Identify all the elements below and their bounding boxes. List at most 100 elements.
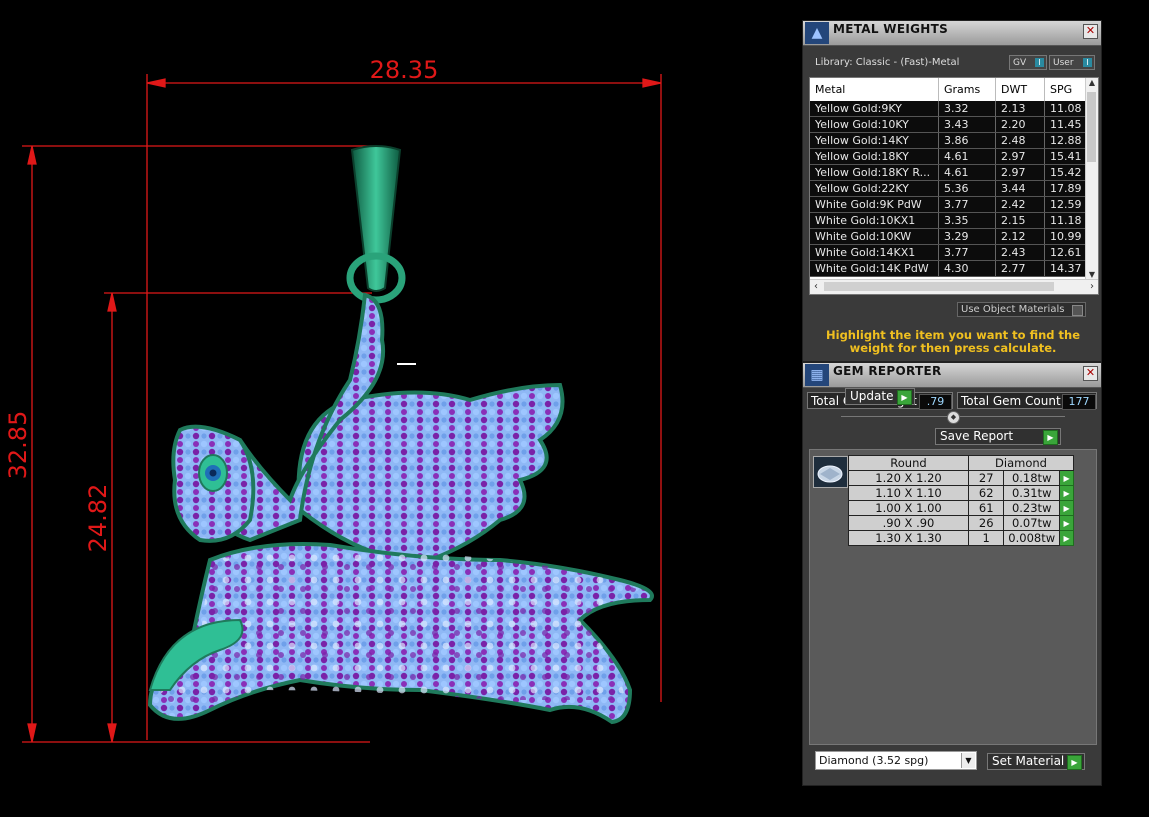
gem-row: 1.20 X 1.20 27 0.18tw ▶: [848, 470, 1074, 486]
table-cell: 12.61: [1045, 245, 1088, 260]
table-row[interactable]: Yellow Gold:18KY 4.61 2.97 15.41: [810, 149, 1088, 165]
column-header-spg[interactable]: SPG: [1045, 78, 1088, 101]
close-icon[interactable]: ✕: [1083, 24, 1098, 39]
gem-type-header: Diamond: [968, 455, 1074, 471]
gem-reporter-panel: ▦ GEM REPORTER ✕ Total Gem Weight .79 To…: [802, 362, 1102, 786]
table-cell: 2.12: [996, 229, 1045, 244]
pendant-bail: [346, 145, 406, 304]
scroll-left-icon[interactable]: ‹: [810, 280, 822, 294]
table-cell: 2.48: [996, 133, 1045, 148]
rhino-logo-icon: ▲: [805, 22, 829, 44]
3d-viewport[interactable]: 28.35 32.85 24.82: [0, 0, 790, 813]
total-gem-count-field: Total Gem Count 177: [957, 392, 1097, 410]
table-cell: 15.41: [1045, 149, 1088, 164]
gem-table: Round Diamond 1.20 X 1.20 27 0.18tw ▶ 1.10 X…: [848, 455, 1074, 546]
gem-row: .90 X .90 26 0.07tw ▶: [848, 515, 1074, 531]
set-material-button[interactable]: Set Material ▶: [987, 753, 1085, 770]
scroll-right-icon[interactable]: ›: [1086, 280, 1098, 294]
table-row[interactable]: White Gold:10KW 3.29 2.12 10.99: [810, 229, 1088, 245]
table-cell: 14.37: [1045, 261, 1088, 276]
horizontal-scrollbar[interactable]: ‹ ›: [810, 279, 1098, 294]
select-gems-play-icon[interactable]: ▶: [1059, 530, 1074, 546]
select-gems-play-icon[interactable]: ▶: [1059, 470, 1074, 486]
scroll-thumb-horizontal[interactable]: [824, 282, 1054, 291]
table-cell: 2.97: [996, 149, 1045, 164]
select-gems-play-icon[interactable]: ▶: [1059, 485, 1074, 501]
table-row[interactable]: Yellow Gold:14KY 3.86 2.48 12.88: [810, 133, 1088, 149]
splitter-slider[interactable]: ◆: [841, 411, 1065, 424]
table-cell: 3.43: [939, 117, 996, 132]
user-toggle[interactable]: User I: [1049, 55, 1095, 70]
total-gem-count-value: 177: [1062, 394, 1096, 410]
slider-knob-icon[interactable]: ◆: [947, 411, 960, 424]
metal-weights-titlebar[interactable]: ▲ METAL WEIGHTS ✕: [803, 21, 1101, 46]
table-cell: 3.77: [939, 197, 996, 212]
table-row[interactable]: White Gold:10KX1 3.35 2.15 11.18: [810, 213, 1088, 229]
table-cell: Yellow Gold:18KY: [810, 149, 939, 164]
hint-text: Highlight the item you want to find the …: [826, 328, 1080, 355]
scroll-thumb[interactable]: [1087, 92, 1096, 162]
table-cell: 4.61: [939, 149, 996, 164]
gv-toggle[interactable]: GV I: [1009, 55, 1047, 70]
table-cell: Yellow Gold:14KY: [810, 133, 939, 148]
gem-cell: 1: [967, 530, 1005, 546]
gem-cell: 0.23tw: [1003, 500, 1061, 516]
gem-cell: 61: [967, 500, 1005, 516]
scroll-up-icon[interactable]: ▲: [1086, 78, 1098, 90]
table-cell: White Gold:10KW: [810, 229, 939, 244]
use-object-materials-checkbox[interactable]: Use Object Materials: [957, 302, 1086, 317]
pegasus-eye: [198, 454, 228, 492]
gem-cell: 1.00 X 1.00: [848, 500, 969, 516]
pendant-drawing: 28.35 32.85 24.82: [4, 56, 662, 743]
body-height-dimension-label: 24.82: [84, 484, 112, 553]
table-row[interactable]: Yellow Gold:10KY 3.43 2.20 11.45: [810, 117, 1088, 133]
library-label: Library: Classic - (Fast)-Metal: [815, 57, 960, 68]
table-cell: 11.08: [1045, 101, 1088, 116]
table-cell: 5.36: [939, 181, 996, 196]
gem-cell: 1.20 X 1.20: [848, 470, 969, 486]
table-cell: White Gold:9K PdW: [810, 197, 939, 212]
close-icon[interactable]: ✕: [1083, 366, 1098, 381]
table-row[interactable]: Yellow Gold:9KY 3.32 2.13 11.08: [810, 101, 1088, 117]
table-cell: 3.44: [996, 181, 1045, 196]
table-row[interactable]: White Gold:14KX1 3.77 2.43 12.61: [810, 245, 1088, 261]
chevron-down-icon[interactable]: ▼: [961, 753, 975, 768]
metal-weights-panel: ▲ METAL WEIGHTS ✕ Library: Classic - (Fa…: [802, 20, 1102, 362]
table-row[interactable]: White Gold:9K PdW 3.77 2.42 12.59: [810, 197, 1088, 213]
select-gems-play-icon[interactable]: ▶: [1059, 500, 1074, 516]
total-height-dimension-label: 32.85: [4, 411, 32, 480]
table-cell: 12.88: [1045, 133, 1088, 148]
gem-report-area: Round Diamond 1.20 X 1.20 27 0.18tw ▶ 1.10 X…: [809, 449, 1097, 745]
checkbox-box[interactable]: [1072, 305, 1083, 316]
table-cell: 4.30: [939, 261, 996, 276]
table-cell: 2.97: [996, 165, 1045, 180]
gem-reporter-titlebar[interactable]: ▦ GEM REPORTER ✕: [803, 363, 1101, 388]
vertical-scrollbar[interactable]: ▲ ▼: [1085, 78, 1098, 282]
table-cell: 3.77: [939, 245, 996, 260]
table-row[interactable]: Yellow Gold:18KY R... 4.61 2.97 15.42: [810, 165, 1088, 181]
table-cell: Yellow Gold:10KY: [810, 117, 939, 132]
table-cell: 2.42: [996, 197, 1045, 212]
gem-cell: 1.30 X 1.30: [848, 530, 969, 546]
column-header-grams[interactable]: Grams: [939, 78, 996, 101]
table-row[interactable]: Yellow Gold:22KY 5.36 3.44 17.89: [810, 181, 1088, 197]
material-select[interactable]: Diamond (3.52 spg) ▼: [815, 751, 977, 770]
table-cell: 3.32: [939, 101, 996, 116]
update-button[interactable]: Update ▶: [845, 388, 915, 405]
select-gems-play-icon[interactable]: ▶: [1059, 515, 1074, 531]
table-cell: 2.13: [996, 101, 1045, 116]
metal-table[interactable]: Metal Grams DWT SPG Yellow Gold:9KY 3.32 2…: [809, 77, 1099, 295]
gem-row: 1.30 X 1.30 1 0.008tw ▶: [848, 530, 1074, 546]
gem-cell: 26: [967, 515, 1005, 531]
table-row[interactable]: White Gold:14K PdW 4.30 2.77 14.37: [810, 261, 1088, 277]
save-report-button[interactable]: Save Report ▶: [935, 428, 1061, 445]
column-header-dwt[interactable]: DWT: [996, 78, 1045, 101]
gem-cell: 0.31tw: [1003, 485, 1061, 501]
table-cell: White Gold:14K PdW: [810, 261, 939, 276]
column-header-metal[interactable]: Metal: [810, 78, 939, 101]
table-cell: 10.99: [1045, 229, 1088, 244]
gem-cell: 0.008tw: [1003, 530, 1061, 546]
play-icon: ▶: [1067, 755, 1082, 770]
table-cell: 3.35: [939, 213, 996, 228]
table-cell: 12.59: [1045, 197, 1088, 212]
